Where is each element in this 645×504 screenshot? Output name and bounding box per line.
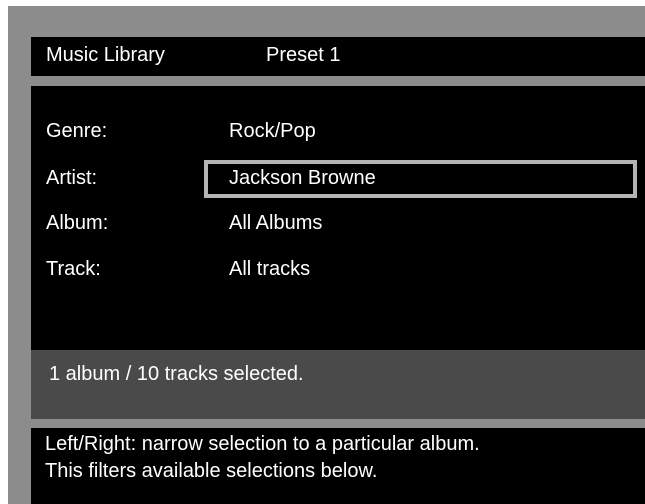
track-value[interactable]: All tracks bbox=[229, 258, 310, 281]
artist-label: Artist: bbox=[46, 167, 98, 189]
preset-label: Preset 1 bbox=[266, 44, 341, 66]
track-label: Track: bbox=[46, 258, 101, 280]
genre-label: Genre: bbox=[46, 120, 108, 142]
selection-highlight bbox=[204, 160, 637, 198]
help-line-2: This filters available selections below. bbox=[45, 460, 378, 482]
help-line-1: Left/Right: narrow selection to a partic… bbox=[45, 433, 480, 455]
filter-row-album[interactable]: Album: All Albums bbox=[31, 204, 645, 244]
header-bar: Music Library Preset 1 bbox=[31, 37, 645, 76]
filter-row-track[interactable]: Track: All tracks bbox=[31, 250, 645, 290]
help-panel: Left/Right: narrow selection to a partic… bbox=[31, 428, 645, 504]
status-bar: 1 album / 10 tracks selected. bbox=[31, 350, 645, 419]
filter-panel: Genre: Rock/Pop Artist: Jackson Browne A… bbox=[31, 86, 645, 350]
filter-row-genre[interactable]: Genre: Rock/Pop bbox=[31, 112, 645, 152]
album-label: Album: bbox=[46, 212, 109, 234]
genre-value[interactable]: Rock/Pop bbox=[229, 120, 316, 143]
album-value[interactable]: All Albums bbox=[229, 212, 322, 235]
library-title: Music Library bbox=[46, 44, 165, 66]
selection-count-text: 1 album / 10 tracks selected. bbox=[49, 363, 304, 385]
